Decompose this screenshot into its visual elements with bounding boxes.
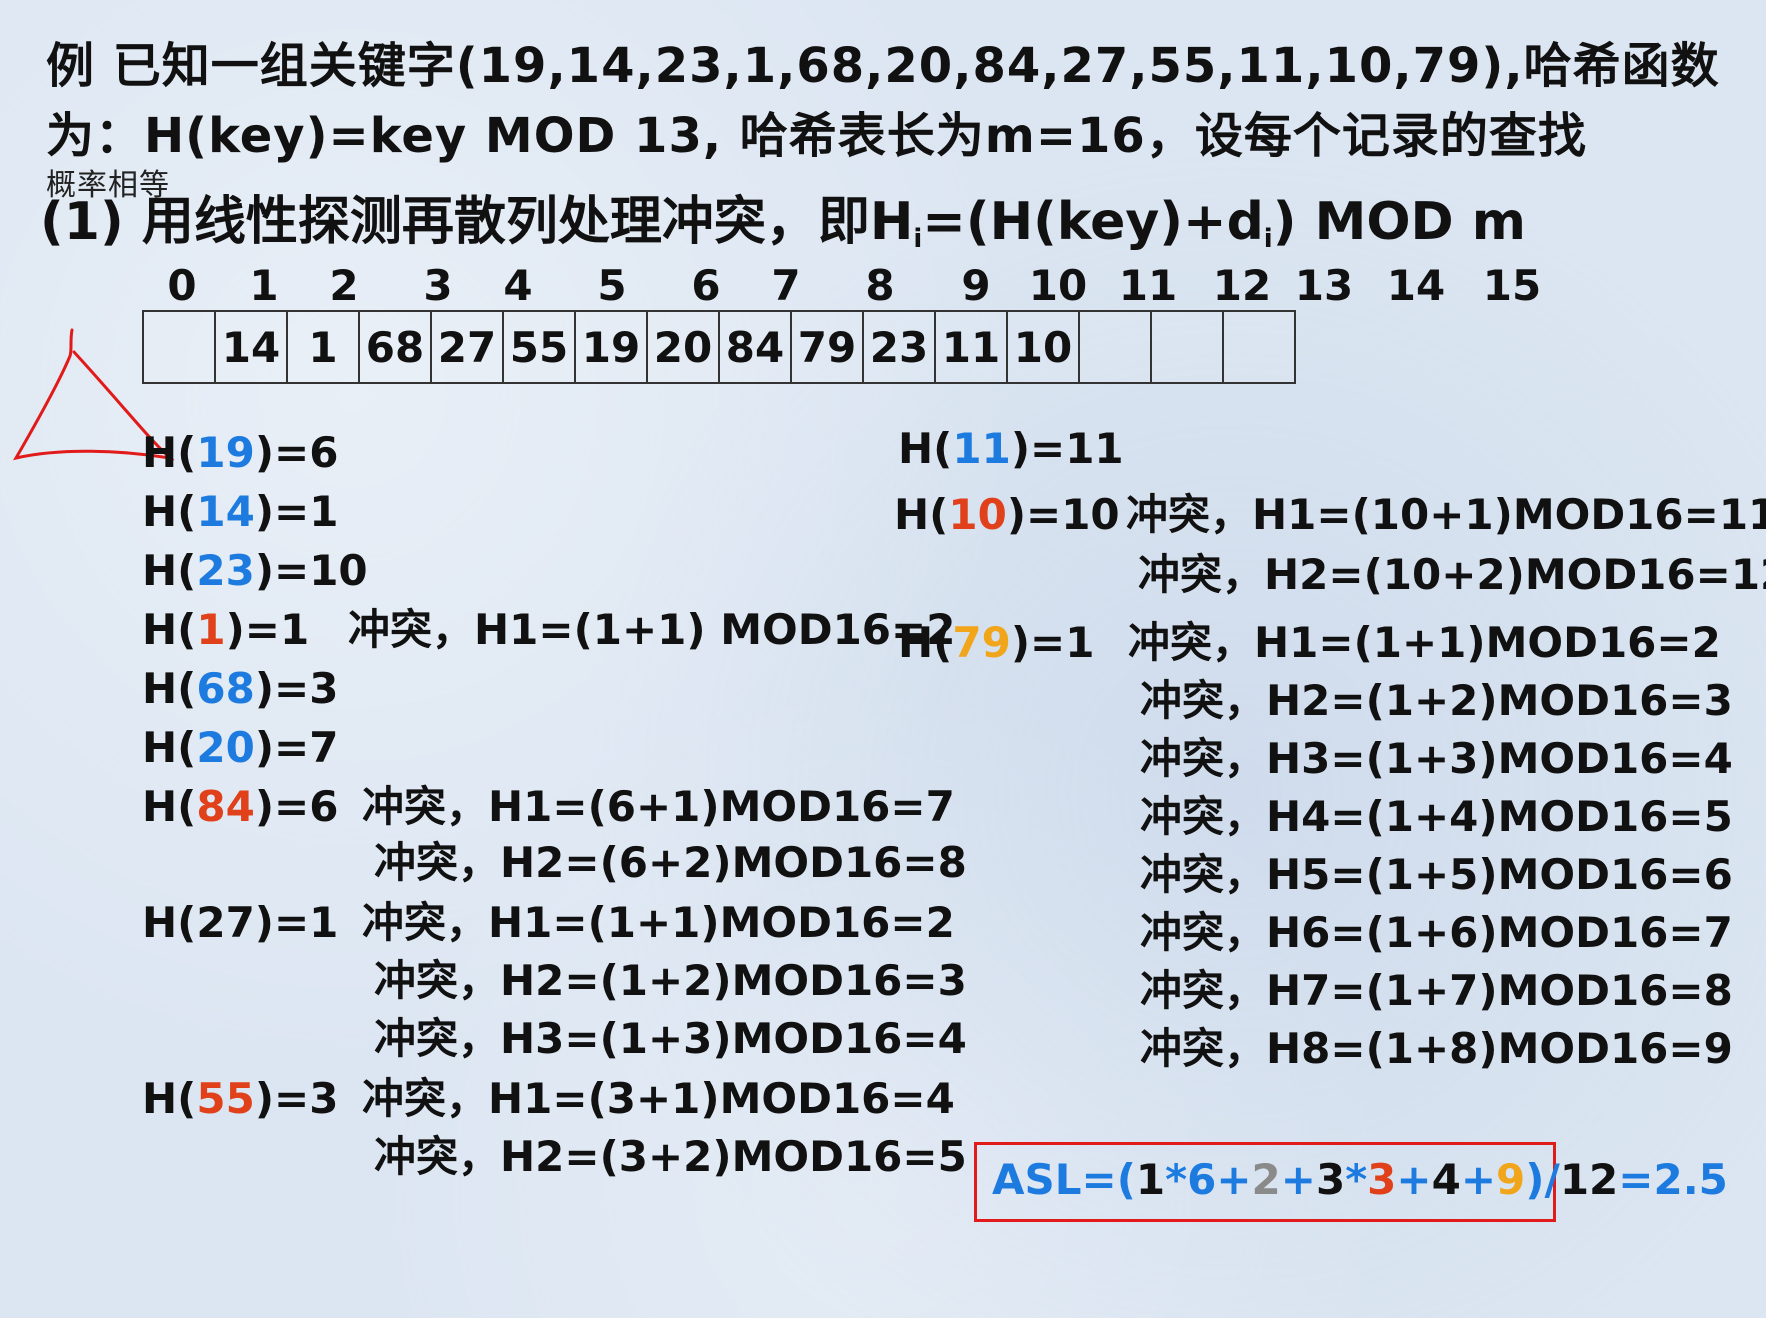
collision-line: 冲突，H1=(6+1)MOD16=7 <box>362 782 955 831</box>
collision-line: 冲突，H2=(1+2)MOD16=3 <box>1140 676 1733 725</box>
index-label: 2 <box>329 261 359 310</box>
collision-line: 冲突，H1=(10+1)MOD16=11 <box>1126 490 1766 539</box>
index-label: 15 <box>1482 261 1542 310</box>
collision-line: 冲突，H2=(3+2)MOD16=5 <box>374 1132 967 1181</box>
index-label: 4 <box>503 261 533 310</box>
index-label: 3 <box>423 261 453 310</box>
hash-line: H(84)=6 <box>142 782 339 831</box>
hash-cell: 79 <box>790 310 864 384</box>
collision-line: 冲突，H3=(1+3)MOD16=4 <box>1140 734 1733 783</box>
title-line-1: 例 已知一组关键字(19,14,23,1,68,20,84,27,55,11,1… <box>46 38 1720 94</box>
hash-table: 14 1 68 27 55 19 20 84 79 23 11 10 <box>142 310 1296 384</box>
hash-cell: 11 <box>934 310 1008 384</box>
hash-line: H(79)=1 <box>898 618 1095 667</box>
hash-cell <box>1150 310 1224 384</box>
index-label: 10 <box>1028 261 1088 310</box>
hash-cell: 20 <box>646 310 720 384</box>
hash-line: H(68)=3 <box>142 664 339 713</box>
hash-cell: 10 <box>1006 310 1080 384</box>
collision-line: 冲突，H1=(3+1)MOD16=4 <box>362 1074 955 1123</box>
index-label: 14 <box>1386 261 1446 310</box>
hash-cell: 84 <box>718 310 792 384</box>
hash-cell: 23 <box>862 310 936 384</box>
index-label: 12 <box>1212 261 1272 310</box>
collision-line: 冲突，H2=(10+2)MOD16=12 <box>1138 550 1766 599</box>
index-label: 8 <box>865 261 895 310</box>
hash-line: H(19)=6 <box>142 428 339 477</box>
hash-cell: 27 <box>430 310 504 384</box>
hash-line: H(27)=1 <box>142 898 339 947</box>
collision-line: 冲突，H2=(1+2)MOD16=3 <box>374 956 967 1005</box>
hash-line: H(14)=1 <box>142 487 339 536</box>
hash-line: H(23)=10 <box>142 546 368 595</box>
collision-line: 冲突，H6=(1+6)MOD16=7 <box>1140 908 1733 957</box>
hash-cell: 68 <box>358 310 432 384</box>
collision-line: 冲突，H4=(1+4)MOD16=5 <box>1140 792 1733 841</box>
index-label: 9 <box>961 261 991 310</box>
asl-formula: ASL=(1*6+2+3*3+4+9)/12=2.5 <box>992 1155 1728 1204</box>
collision-line: 冲突，H1=(1+1) MOD16=2 <box>348 605 956 654</box>
collision-line: 冲突，H3=(1+3)MOD16=4 <box>374 1014 967 1063</box>
title-line-2: 为：H(key)=key MOD 13, 哈希表长为m=16，设每个记录的查找 <box>46 108 1587 164</box>
index-label: 1 <box>249 261 279 310</box>
hash-cell: 14 <box>214 310 288 384</box>
hash-line: H(55)=3 <box>142 1074 339 1123</box>
collision-line: 冲突，H2=(6+2)MOD16=8 <box>374 838 967 887</box>
collision-line: 冲突，H5=(1+5)MOD16=6 <box>1140 850 1733 899</box>
index-label: 5 <box>597 261 627 310</box>
hash-line: H(11)=11 <box>898 424 1124 473</box>
hash-cell: 55 <box>502 310 576 384</box>
index-label: 11 <box>1118 261 1178 310</box>
collision-line: 冲突，H1=(1+1)MOD16=2 <box>1128 618 1721 667</box>
hash-line: H(20)=7 <box>142 723 339 772</box>
index-label: 7 <box>771 261 801 310</box>
hash-line: H(1)=1 <box>142 605 310 654</box>
collision-line: 冲突，H8=(1+8)MOD16=9 <box>1140 1024 1733 1073</box>
index-label: 6 <box>691 261 721 310</box>
index-label: 0 <box>167 261 197 310</box>
collision-line: 冲突，H7=(1+7)MOD16=8 <box>1140 966 1733 1015</box>
hash-line: H(10)=10 <box>894 490 1120 539</box>
method-formula: (1) 用线性探测再散列处理冲突，即Hi=(H(key)+di) MOD m <box>40 192 1526 254</box>
hash-cell: 19 <box>574 310 648 384</box>
hash-cell <box>1222 310 1296 384</box>
collision-line: 冲突，H1=(1+1)MOD16=2 <box>362 898 955 947</box>
index-label: 13 <box>1294 261 1354 310</box>
hash-cell: 1 <box>286 310 360 384</box>
hash-cell <box>1078 310 1152 384</box>
